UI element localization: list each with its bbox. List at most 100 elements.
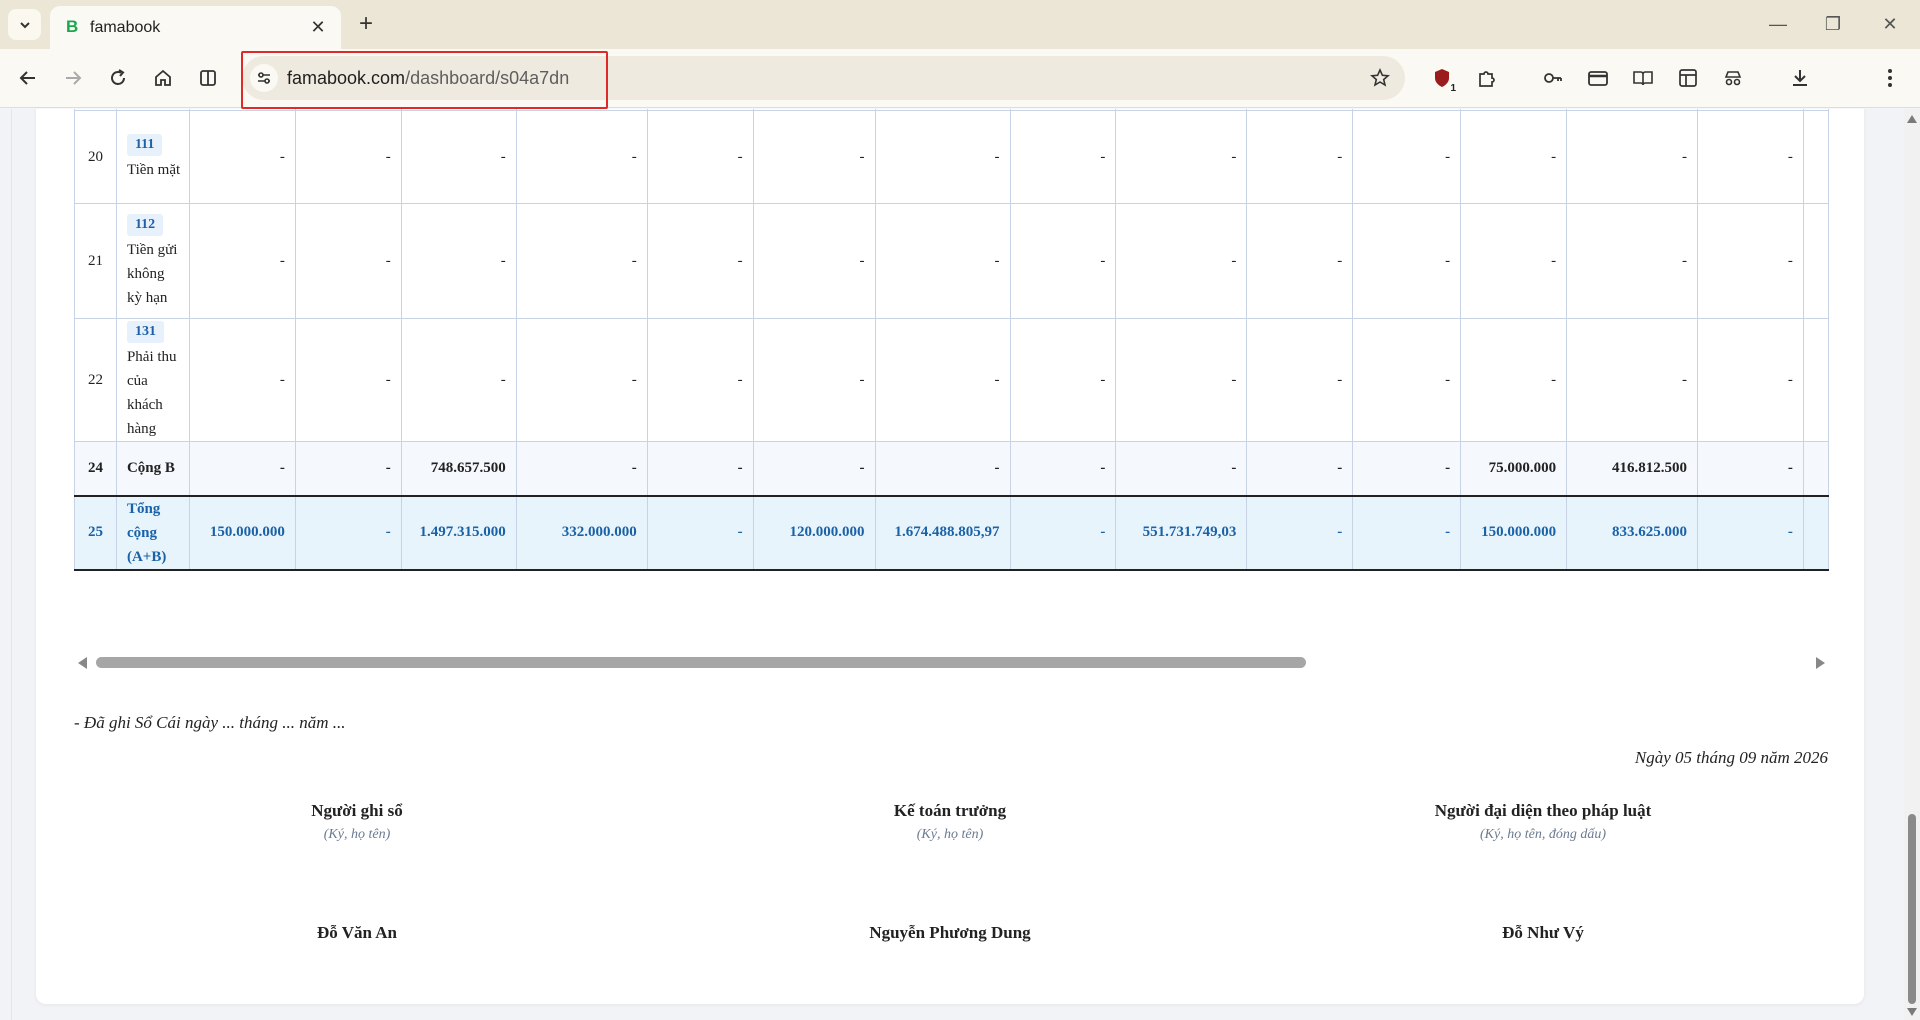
- amount-cell: -: [1460, 203, 1568, 319]
- ledger-table-container: 20 111 Tiền mặt - - - - - - - - - - - - - -21 112 Tiền gửi…: [74, 109, 1829, 652]
- account-code-badge[interactable]: 131: [126, 321, 164, 343]
- amount-cell-overflow: [1802, 441, 1829, 496]
- amount-cell-overflow: [1802, 318, 1829, 442]
- minimize-icon[interactable]: —: [1760, 10, 1796, 38]
- tab-search-button[interactable]: [8, 9, 41, 40]
- favicon-icon: B: [66, 17, 79, 36]
- account-name: Cộng B: [126, 460, 175, 477]
- download-icon[interactable]: [1784, 62, 1816, 94]
- ledger-note: - Đã ghi Sổ Cái ngày ... tháng ... năm .…: [74, 713, 346, 732]
- row-number: 20: [74, 110, 117, 204]
- amount-cell: 748.657.500: [400, 441, 517, 496]
- account-cell: 111 Tiền mặt: [115, 110, 190, 204]
- page-left-edge: [11, 109, 12, 1020]
- close-window-icon[interactable]: ✕: [1872, 10, 1908, 38]
- amount-cell: 416.812.500: [1566, 441, 1699, 496]
- row-number: 21: [74, 203, 117, 319]
- incognito-icon[interactable]: [1717, 62, 1749, 94]
- amount-cell: 120.000.000: [752, 494, 876, 571]
- amount-cell: -: [294, 318, 402, 442]
- amount-cell: -: [1246, 318, 1354, 442]
- amount-cell: -: [1009, 203, 1117, 319]
- vertical-scrollbar[interactable]: [1904, 109, 1920, 1020]
- home-icon[interactable]: [147, 62, 179, 94]
- amount-cell: -: [400, 203, 517, 319]
- amount-cell: -: [1566, 318, 1699, 442]
- tab-groups-icon[interactable]: [1672, 62, 1704, 94]
- amount-cell: -: [1115, 110, 1248, 204]
- new-tab-button[interactable]: +: [353, 10, 379, 37]
- amount-cell: -: [646, 110, 754, 204]
- account-name: Tiền mặt: [126, 162, 181, 178]
- amount-cell: 332.000.000: [515, 494, 648, 571]
- amount-cell: -: [1352, 110, 1462, 204]
- amount-cell: -: [294, 494, 402, 571]
- amount-cell: -: [752, 441, 876, 496]
- scroll-up-arrow-icon[interactable]: [1907, 115, 1917, 123]
- report-date: Ngày 05 tháng 09 năm 2026: [1634, 748, 1828, 767]
- amount-cell: -: [1697, 494, 1804, 571]
- amount-cell: -: [1352, 441, 1462, 496]
- page-viewport: 20 111 Tiền mặt - - - - - - - - - - - - - -21 112 Tiền gửi…: [0, 109, 1920, 1020]
- amount-cell: -: [515, 441, 648, 496]
- amount-cell-overflow: [1802, 203, 1829, 319]
- address-bar[interactable]: famabook.com/dashboard/s04a7dn: [242, 56, 1405, 100]
- url-text[interactable]: famabook.com/dashboard/s04a7dn: [287, 68, 569, 89]
- shield-extension-icon[interactable]: 1: [1426, 62, 1458, 94]
- scroll-right-arrow-icon[interactable]: [1816, 657, 1825, 669]
- vertical-scroll-thumb[interactable]: [1908, 814, 1916, 1004]
- tab-strip: B famabook ✕ + — ❐ ✕: [0, 0, 1920, 49]
- amount-cell: -: [515, 110, 648, 204]
- amount-cell: -: [1697, 110, 1804, 204]
- more-menu-icon[interactable]: [1874, 62, 1906, 94]
- amount-cell: -: [1246, 110, 1354, 204]
- account-cell: Tổng cộng (A+B): [115, 494, 190, 571]
- reading-mode-icon[interactable]: [1627, 62, 1659, 94]
- scroll-down-arrow-icon[interactable]: [1907, 1008, 1917, 1016]
- amount-cell: 150.000.000: [1460, 494, 1568, 571]
- forward-icon[interactable]: [57, 62, 89, 94]
- extensions-puzzle-icon[interactable]: [1471, 62, 1503, 94]
- browser-tab[interactable]: B famabook ✕: [50, 6, 341, 49]
- amount-cell: 75.000.000: [1460, 441, 1568, 496]
- reload-icon[interactable]: [102, 62, 134, 94]
- amount-cell: -: [1352, 494, 1462, 571]
- payment-card-icon[interactable]: [1582, 62, 1614, 94]
- amount-cell-overflow: [1802, 494, 1829, 571]
- amount-cell: -: [1009, 110, 1117, 204]
- account-code-badge[interactable]: 112: [126, 214, 164, 236]
- amount-cell-overflow: [1802, 110, 1829, 204]
- amount-cell: -: [1115, 441, 1248, 496]
- amount-cell: -: [874, 110, 1011, 204]
- account-cell: 131 Phải thu của khách hàng: [115, 318, 190, 442]
- bookmark-star-icon[interactable]: [1369, 67, 1391, 89]
- account-code-badge[interactable]: 111: [126, 134, 163, 156]
- amount-cell: -: [1697, 318, 1804, 442]
- signature-hint: (Ký, họ tên, đóng dấu): [1480, 827, 1606, 842]
- horizontal-scroll-thumb[interactable]: [96, 657, 1306, 668]
- amount-cell: 551.731.749,03: [1115, 494, 1248, 571]
- horizontal-scrollbar[interactable]: [74, 652, 1829, 672]
- url-path: /dashboard/s04a7dn: [405, 68, 570, 88]
- amount-cell: -: [1352, 318, 1462, 442]
- signature-role: Người ghi sổ: [311, 801, 403, 820]
- extension-badge: 1: [1450, 83, 1456, 94]
- amount-cell: -: [294, 110, 402, 204]
- amount-cell: -: [874, 318, 1011, 442]
- row-number: 24: [74, 441, 117, 496]
- amount-cell: -: [752, 203, 876, 319]
- signature-bookkeeper: Người ghi sổ (Ký, họ tên) Đỗ Văn An: [157, 801, 557, 961]
- signature-role: Người đại diện theo pháp luật: [1434, 801, 1652, 820]
- amount-cell: -: [874, 441, 1011, 496]
- split-view-icon[interactable]: [192, 62, 224, 94]
- password-key-icon[interactable]: [1537, 62, 1569, 94]
- signature-name: Nguyễn Phương Dung: [869, 923, 1031, 942]
- row-number: 22: [74, 318, 117, 442]
- restore-icon[interactable]: ❐: [1815, 10, 1851, 38]
- amount-cell: -: [1246, 203, 1354, 319]
- scroll-left-arrow-icon[interactable]: [78, 657, 87, 669]
- site-settings-icon[interactable]: [250, 64, 278, 92]
- close-tab-icon[interactable]: ✕: [307, 16, 329, 38]
- back-icon[interactable]: [12, 62, 44, 94]
- amount-cell: -: [874, 203, 1011, 319]
